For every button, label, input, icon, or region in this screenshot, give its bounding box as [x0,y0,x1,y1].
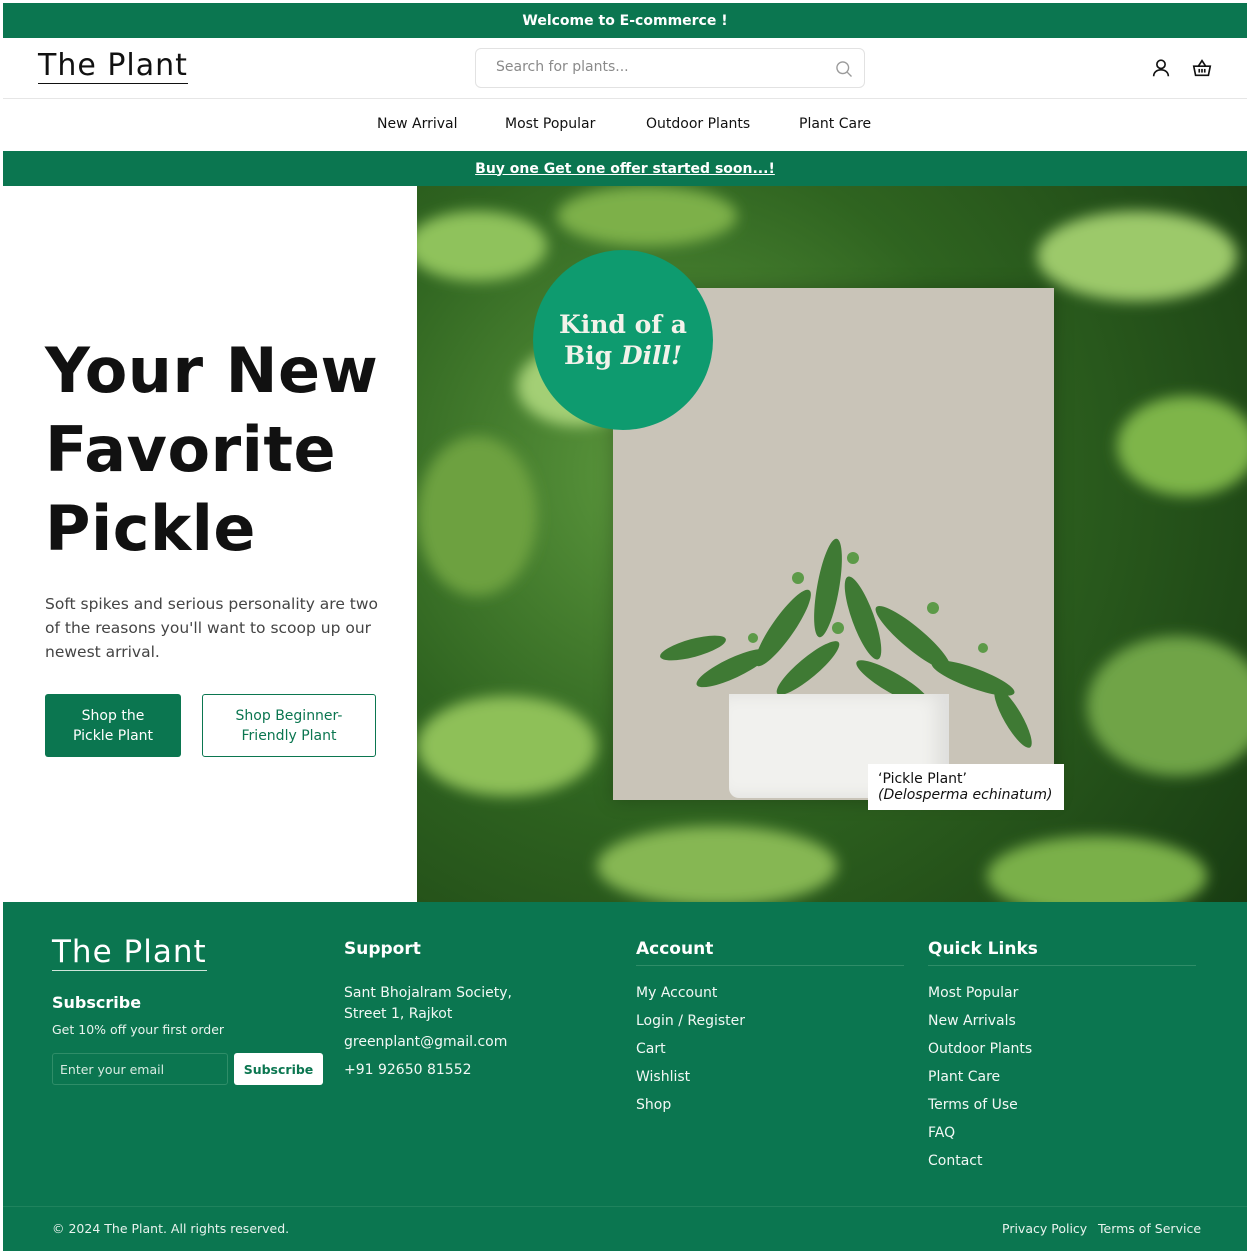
welcome-bar: Welcome to E-commerce ! [3,3,1247,38]
account-link-shop[interactable]: Shop [636,1097,671,1113]
plant-caption: ‘Pickle Plant’ (Delosperma echinatum) [868,764,1064,810]
quick-link-most-popular[interactable]: Most Popular [928,985,1018,1001]
account-link-wishlist[interactable]: Wishlist [636,1069,690,1085]
footer-divider [3,1206,1247,1207]
subscribe-title: Subscribe [52,993,142,1012]
search-icon[interactable] [834,59,854,79]
hero-description: Soft spikes and serious personality are … [45,595,379,661]
account-title: Account [636,939,714,959]
site-logo[interactable]: The Plant [38,50,188,84]
account-divider [636,965,904,966]
promo-link[interactable]: Buy one Get one offer started soon...! [475,161,775,177]
caption-scientific-name: (Delosperma echinatum) [878,787,1053,803]
button-label-line: Friendly Plant [241,727,337,744]
address-line: Sant Bhojalram Society, [344,985,512,1001]
welcome-text: Welcome to E-commerce ! [522,12,728,29]
support-email[interactable]: greenplant@gmail.com [344,1034,507,1050]
promo-badge: Kind of a Big Dill! [533,250,713,430]
button-label-line: Pickle Plant [72,727,154,744]
badge-word: Big [564,341,613,370]
support-title: Support [344,939,421,959]
nav-new-arrival[interactable]: New Arrival [377,116,457,132]
basket-icon[interactable] [1191,57,1213,79]
quick-link-new-arrivals[interactable]: New Arrivals [928,1013,1016,1029]
shop-pickle-plant-button[interactable]: Shop the Pickle Plant [45,694,181,757]
privacy-policy-link[interactable]: Privacy Policy [1002,1221,1087,1236]
footer: The Plant Subscribe Get 10% off your fir… [3,902,1247,1251]
search-input[interactable] [496,59,826,75]
hero-image: Kind of a Big Dill! ‘Pickle Plant’ (Delo… [417,186,1247,902]
support-phone[interactable]: +91 92650 81552 [344,1062,472,1078]
shop-beginner-plant-button[interactable]: Shop Beginner- Friendly Plant [202,694,376,757]
nav-outdoor-plants[interactable]: Outdoor Plants [646,116,750,132]
header: The Plant [3,38,1247,99]
terms-of-service-link[interactable]: Terms of Service [1098,1221,1201,1236]
nav-most-popular[interactable]: Most Popular [505,116,595,132]
subscribe-description: Get 10% off your first order [52,1022,225,1037]
account-link-my-account[interactable]: My Account [636,985,717,1001]
nav-plant-care[interactable]: Plant Care [799,116,871,132]
quick-link-terms[interactable]: Terms of Use [928,1097,1018,1113]
account-link-cart[interactable]: Cart [636,1041,666,1057]
copyright-text: © 2024 The Plant. All rights reserved. [52,1221,290,1236]
promo-bar: Buy one Get one offer started soon...! [3,151,1247,186]
badge-line: Kind of a [559,310,687,339]
badge-word-italic: Dill! [620,341,682,370]
quick-link-faq[interactable]: FAQ [928,1125,955,1141]
address-line: Street 1, Rajkot [344,1006,453,1022]
search-box [475,48,865,88]
subscribe-email-input[interactable] [52,1053,228,1085]
button-label-line: Shop the [81,707,145,724]
quick-link-plant-care[interactable]: Plant Care [928,1069,1000,1085]
caption-name: ‘Pickle Plant’ [878,771,967,787]
quick-links-title: Quick Links [928,939,1038,959]
user-icon[interactable] [1150,57,1172,79]
button-label-line: Shop Beginner- [235,707,343,724]
account-link-login[interactable]: Login / Register [636,1013,745,1029]
badge-line: Big Dill! [564,340,682,371]
footer-logo[interactable]: The Plant [52,935,207,971]
hero-title: Your New Favorite Pickle [45,331,378,568]
quick-link-outdoor-plants[interactable]: Outdoor Plants [928,1041,1032,1057]
subscribe-button[interactable]: Subscribe [234,1053,323,1085]
hero-text-area: Your New Favorite Pickle Soft spikes and… [3,186,417,902]
hero-title-line: Your New [45,334,379,407]
quick-links-divider [928,965,1196,966]
main-nav: New Arrival Most Popular Outdoor Plants … [3,99,1247,151]
hero-title-line: Pickle [45,492,256,565]
support-address: Sant Bhojalram Society, Street 1, Rajkot [344,983,512,1025]
hero-title-line: Favorite [45,413,337,486]
quick-link-contact[interactable]: Contact [928,1153,982,1169]
